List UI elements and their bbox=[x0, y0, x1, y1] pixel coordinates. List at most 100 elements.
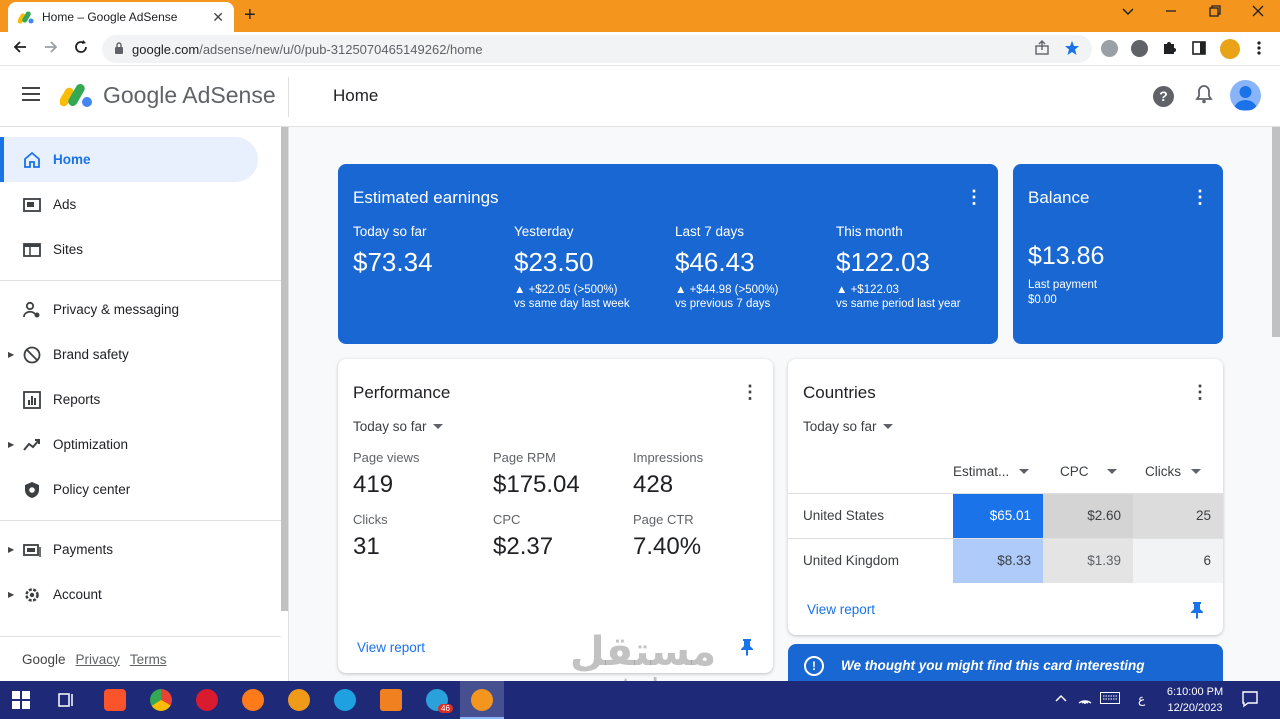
countries-range-dropdown[interactable]: Today so far bbox=[803, 419, 893, 434]
performance-view-report-link[interactable]: View report bbox=[357, 640, 425, 655]
earnings-value: $73.34 bbox=[353, 247, 433, 277]
expand-caret-icon[interactable]: ▶ bbox=[8, 545, 14, 554]
range-label: Today so far bbox=[803, 419, 877, 434]
suggestion-card[interactable]: ! We thought you might find this card in… bbox=[788, 644, 1223, 681]
sidebar-item-privacy-messaging[interactable]: Privacy & messaging bbox=[0, 287, 258, 332]
sidebar-item-payments[interactable]: ▶ Payments bbox=[0, 527, 258, 572]
sidebar-item-label: Policy center bbox=[53, 482, 131, 497]
browser-tab-strip: Home – Google AdSense ✕ + bbox=[0, 0, 1280, 32]
earnings-change: ▲ +$22.05 (>500%) bbox=[514, 284, 618, 296]
brave-browser-icon[interactable] bbox=[104, 689, 126, 711]
pin-icon[interactable] bbox=[739, 638, 755, 656]
dropdown-arrow-icon bbox=[432, 424, 443, 429]
sidebar-item-ads[interactable]: Ads bbox=[0, 182, 258, 227]
reload-icon[interactable] bbox=[73, 39, 89, 60]
column-header-clicks[interactable]: Clicks bbox=[1145, 464, 1201, 479]
balance-menu-icon[interactable]: ⋮ bbox=[1191, 188, 1209, 206]
earnings-menu-icon[interactable]: ⋮ bbox=[965, 188, 983, 206]
side-panel-icon[interactable] bbox=[1191, 40, 1207, 59]
performance-menu-icon[interactable]: ⋮ bbox=[741, 383, 759, 401]
forward-icon[interactable] bbox=[43, 39, 59, 60]
task-view-icon[interactable] bbox=[58, 691, 76, 714]
lock-icon bbox=[114, 41, 124, 57]
column-header-estimated[interactable]: Estimat... bbox=[953, 464, 1030, 479]
tab-search-icon[interactable] bbox=[1121, 4, 1135, 21]
new-tab-icon[interactable]: + bbox=[244, 4, 256, 27]
footer-terms-link[interactable]: Terms bbox=[130, 652, 167, 667]
address-bar[interactable]: google.com/adsense/new/u/0/pub-312507046… bbox=[102, 35, 1092, 63]
close-tab-icon[interactable]: ✕ bbox=[212, 9, 224, 26]
tab-title: Home – Google AdSense bbox=[42, 10, 178, 24]
metric-cpc: CPC $2.37 bbox=[493, 512, 553, 561]
tray-overflow-icon[interactable] bbox=[1055, 692, 1067, 706]
expand-caret-icon[interactable]: ▶ bbox=[8, 590, 14, 599]
sidebar-item-reports[interactable]: Reports bbox=[0, 377, 258, 422]
chrome-canary-icon[interactable] bbox=[471, 689, 493, 711]
notifications-bell-icon[interactable] bbox=[1195, 84, 1213, 109]
earnings-title: Estimated earnings bbox=[353, 188, 499, 207]
restore-icon[interactable] bbox=[1208, 4, 1222, 21]
ccleaner-icon[interactable] bbox=[288, 689, 310, 711]
cell-cpc: $1.39 bbox=[1043, 539, 1133, 583]
sort-arrow-icon bbox=[1191, 469, 1201, 474]
adsense-favicon-icon bbox=[17, 9, 34, 25]
keyboard-icon[interactable] bbox=[1100, 692, 1120, 707]
account-avatar[interactable] bbox=[1230, 80, 1261, 111]
profile-avatar-icon[interactable] bbox=[1220, 39, 1240, 59]
firefox-icon[interactable] bbox=[242, 689, 264, 711]
sidebar-item-account[interactable]: ▶ Account bbox=[0, 572, 258, 617]
taskbar-clock[interactable]: 6:10:00 PM 12/20/2023 bbox=[1160, 684, 1230, 716]
earnings-today: Today so far $73.34 bbox=[353, 224, 513, 278]
telegram-badge: 46 bbox=[438, 704, 453, 713]
sidebar-item-brand-safety[interactable]: ▶ Brand safety bbox=[0, 332, 258, 377]
edge-icon[interactable] bbox=[334, 689, 356, 711]
main-scrollbar[interactable] bbox=[1272, 127, 1280, 337]
cell-cpc: $2.60 bbox=[1043, 494, 1133, 538]
sidebar-item-optimization[interactable]: ▶ Optimization bbox=[0, 422, 258, 467]
windows-start-icon[interactable] bbox=[12, 691, 30, 714]
header-divider bbox=[288, 77, 289, 117]
earnings-label: Today so far bbox=[353, 224, 427, 239]
balance-title: Balance bbox=[1028, 188, 1090, 207]
extension-speed-icon[interactable] bbox=[1131, 40, 1148, 57]
sidebar-scrollbar[interactable] bbox=[281, 127, 288, 611]
chrome-icon[interactable] bbox=[150, 689, 172, 711]
performance-range-dropdown[interactable]: Today so far bbox=[353, 419, 443, 434]
notification-center-icon[interactable] bbox=[1241, 690, 1259, 711]
expand-caret-icon[interactable]: ▶ bbox=[8, 440, 14, 449]
table-row[interactable]: United States $65.01 $2.60 25 bbox=[788, 493, 1223, 538]
browser-tab[interactable]: Home – Google AdSense ✕ bbox=[8, 2, 234, 32]
expand-caret-icon[interactable]: ▶ bbox=[8, 350, 14, 359]
bookmark-star-icon[interactable] bbox=[1064, 40, 1080, 59]
earnings-change: ▲ +$122.03 bbox=[836, 284, 899, 296]
footer-privacy-link[interactable]: Privacy bbox=[76, 652, 120, 667]
share-icon[interactable] bbox=[1034, 40, 1050, 59]
input-language[interactable]: ع bbox=[1138, 692, 1145, 706]
policy-icon bbox=[22, 480, 42, 500]
close-window-icon[interactable] bbox=[1251, 4, 1265, 21]
suggestion-text: We thought you might find this card inte… bbox=[841, 658, 1145, 673]
extension-c-icon[interactable] bbox=[1101, 40, 1118, 57]
sidebar-item-home[interactable]: Home bbox=[0, 137, 258, 182]
opera-icon[interactable] bbox=[196, 689, 218, 711]
back-icon[interactable] bbox=[12, 39, 28, 60]
column-header-cpc[interactable]: CPC bbox=[1060, 464, 1117, 479]
countries-view-report-link[interactable]: View report bbox=[807, 602, 875, 617]
wifi-icon[interactable] bbox=[1078, 692, 1092, 707]
earnings-label: Last 7 days bbox=[675, 224, 745, 239]
extensions-puzzle-icon[interactable] bbox=[1161, 40, 1177, 59]
clock-time: 6:10:00 PM bbox=[1166, 686, 1224, 698]
table-row[interactable]: United Kingdom $8.33 $1.39 6 bbox=[788, 538, 1223, 583]
sidebar-item-sites[interactable]: Sites bbox=[0, 227, 258, 272]
earnings-compare: vs same period last year bbox=[836, 298, 961, 310]
minimize-icon[interactable] bbox=[1164, 4, 1178, 21]
vlc-icon[interactable] bbox=[380, 689, 402, 711]
cell-clicks: 25 bbox=[1133, 494, 1223, 538]
chrome-menu-icon[interactable] bbox=[1257, 40, 1261, 59]
help-icon[interactable]: ? bbox=[1153, 86, 1174, 107]
cell-estimated: $65.01 bbox=[953, 494, 1043, 538]
sidebar-item-policy-center[interactable]: Policy center bbox=[0, 467, 258, 512]
pin-icon[interactable] bbox=[1189, 601, 1205, 619]
countries-menu-icon[interactable]: ⋮ bbox=[1191, 383, 1209, 401]
main-menu-icon[interactable] bbox=[22, 87, 40, 101]
